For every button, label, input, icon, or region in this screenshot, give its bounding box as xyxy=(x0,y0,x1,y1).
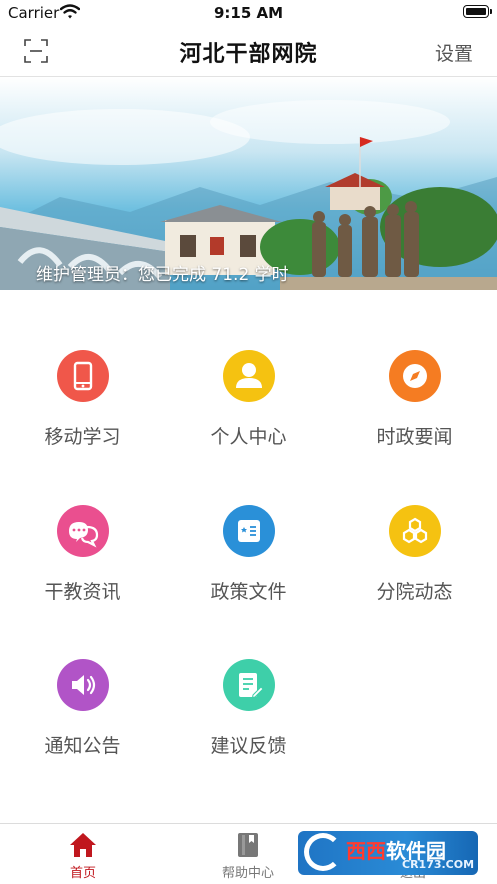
banner-image[interactable]: 维护管理员：您已完成 71.2 学时 xyxy=(0,77,497,290)
grid-item-announcements[interactable]: 通知公告 xyxy=(0,659,165,758)
feedback-edit-icon xyxy=(222,659,275,711)
study-hours-caption: 维护管理员：您已完成 71.2 学时 xyxy=(36,265,289,285)
watermark-c-icon xyxy=(304,833,342,871)
grid-item-education-news[interactable]: 干教资讯 xyxy=(0,505,165,604)
mobile-phone-icon xyxy=(56,350,109,402)
hexagons-icon xyxy=(388,505,441,557)
watermark-subtext: CR173.COM xyxy=(402,858,475,871)
grid-item-branch-news[interactable]: 分院动态 xyxy=(332,505,497,604)
tab-home[interactable]: 首页 xyxy=(43,832,123,881)
home-icon xyxy=(70,833,96,857)
battery-icon xyxy=(463,5,492,18)
chat-bubbles-icon xyxy=(56,505,109,557)
compass-icon xyxy=(388,350,441,402)
grid-label: 移动学习 xyxy=(44,426,121,448)
tab-help-center[interactable]: 帮助中心 xyxy=(208,832,288,881)
grid-item-personal-center[interactable]: 个人中心 xyxy=(166,350,331,449)
grid-item-current-affairs[interactable]: 时政要闻 xyxy=(332,350,497,449)
grid-item-feedback[interactable]: 建议反馈 xyxy=(166,659,331,758)
grid-label: 干教资讯 xyxy=(44,581,121,603)
grid-label: 分院动态 xyxy=(376,581,453,603)
document-icon xyxy=(222,505,275,557)
page-title: 河北干部网院 xyxy=(179,42,318,67)
settings-button[interactable]: 设置 xyxy=(435,39,473,66)
grid-label: 通知公告 xyxy=(44,735,121,757)
grid-item-policy-documents[interactable]: 政策文件 xyxy=(166,505,331,604)
grid-item-mobile-learning[interactable]: 移动学习 xyxy=(0,350,165,449)
navigation-bar: 河北干部网院 设置 xyxy=(0,26,497,77)
status-bar: Carrier 9:15 AM xyxy=(0,0,497,26)
watermark-logo: 西西软件园 CR173.COM xyxy=(298,831,478,875)
grid-label: 个人中心 xyxy=(210,426,287,448)
grid-label: 建议反馈 xyxy=(210,735,287,757)
grid-label: 时政要闻 xyxy=(376,426,453,448)
tab-help-label: 帮助中心 xyxy=(221,866,274,881)
book-icon xyxy=(238,833,258,857)
user-icon xyxy=(222,350,275,402)
speaker-icon xyxy=(56,659,109,711)
tab-home-label: 首页 xyxy=(69,866,96,881)
grid-label: 政策文件 xyxy=(210,581,287,603)
status-time: 9:15 AM xyxy=(213,4,284,22)
